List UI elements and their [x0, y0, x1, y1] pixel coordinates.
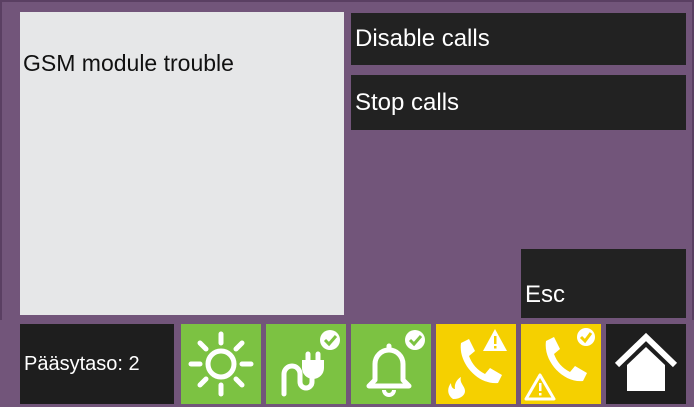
sun-icon — [188, 331, 254, 397]
bell-icon — [366, 330, 425, 397]
esc-button[interactable]: Esc — [521, 249, 686, 318]
alarm-bell-button[interactable] — [351, 324, 431, 404]
disable-calls-button[interactable]: Disable calls — [351, 13, 686, 65]
power-plug-icon — [281, 330, 340, 397]
stop-calls-button[interactable]: Stop calls — [351, 75, 686, 130]
home-button[interactable] — [606, 324, 686, 404]
power-status-button[interactable] — [266, 324, 346, 404]
call-status-button[interactable] — [521, 324, 601, 404]
call-alarm-button[interactable] — [436, 324, 516, 404]
day-mode-button[interactable] — [181, 324, 261, 404]
phone-warning-icon — [524, 328, 595, 401]
phone-fire-alarm-icon — [448, 329, 507, 399]
message-panel: GSM module trouble — [20, 12, 344, 315]
home-icon — [614, 332, 678, 391]
access-level-label: Pääsytaso: 2 — [20, 324, 174, 404]
message-text: GSM module trouble — [23, 50, 234, 76]
bottom-status-bar: Pääsytaso: 2 — [0, 320, 694, 407]
